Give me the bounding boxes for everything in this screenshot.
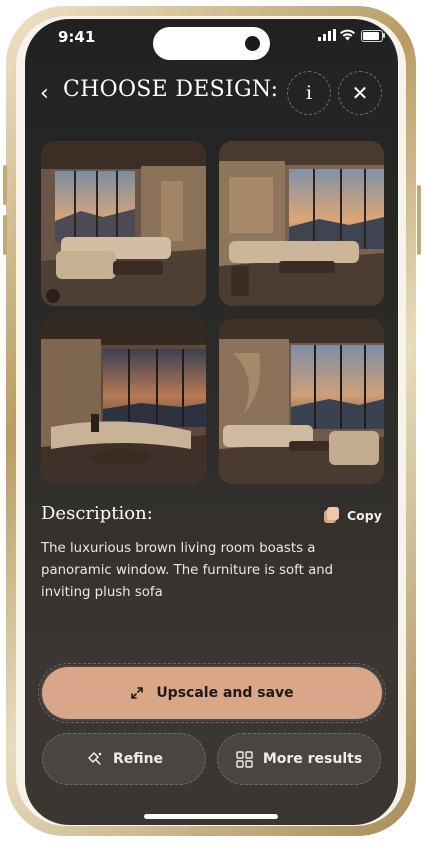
status-time: 9:41	[58, 28, 96, 46]
home-indicator[interactable]	[144, 814, 278, 819]
living-room-image	[219, 319, 384, 484]
copy-icon	[324, 507, 340, 523]
battery-tip	[383, 33, 385, 38]
dynamic-island	[153, 27, 270, 60]
app-screen: 9:41 ‹ CHOOSE DESIGN: i ✕ Description: C…	[25, 19, 398, 825]
power-button	[417, 185, 421, 255]
description-heading: Description:	[41, 503, 153, 524]
living-room-image	[41, 141, 206, 306]
info-button[interactable]: i	[287, 71, 331, 115]
close-icon: ✕	[351, 81, 369, 105]
design-image-4[interactable]	[219, 319, 384, 484]
camera-icon	[245, 36, 260, 51]
description-text: The luxurious brown living room boasts a…	[41, 541, 334, 600]
volume-up-button	[3, 165, 7, 205]
volume-down-button	[3, 215, 7, 255]
magic-wand-icon	[88, 752, 102, 765]
expand-arrows-icon	[131, 687, 144, 699]
battery-icon	[361, 30, 383, 42]
copy-button[interactable]: Copy	[324, 507, 382, 523]
design-image-2[interactable]	[219, 141, 384, 306]
page-title: CHOOSE DESIGN:	[63, 77, 279, 102]
refine-button[interactable]: Refine	[42, 733, 206, 785]
design-image-1[interactable]	[41, 141, 206, 306]
status-bar: 9:41	[25, 19, 398, 60]
upscale-label: Upscale and save	[156, 685, 294, 701]
info-icon: i	[305, 82, 313, 104]
copy-label: Copy	[347, 507, 382, 523]
cellular-signal-icon	[318, 29, 336, 41]
upscale-and-save-button[interactable]: Upscale and save	[38, 663, 386, 723]
more-results-label: More results	[262, 751, 363, 767]
more-results-button[interactable]: More results	[217, 733, 381, 785]
design-image-3[interactable]	[41, 319, 206, 484]
wifi-icon	[340, 29, 355, 41]
living-room-image	[219, 141, 384, 306]
living-room-image	[41, 319, 206, 484]
close-button[interactable]: ✕	[338, 71, 382, 115]
back-chevron-icon[interactable]: ‹	[40, 81, 49, 106]
refine-label: Refine	[112, 751, 164, 767]
grid-icon	[236, 750, 253, 768]
